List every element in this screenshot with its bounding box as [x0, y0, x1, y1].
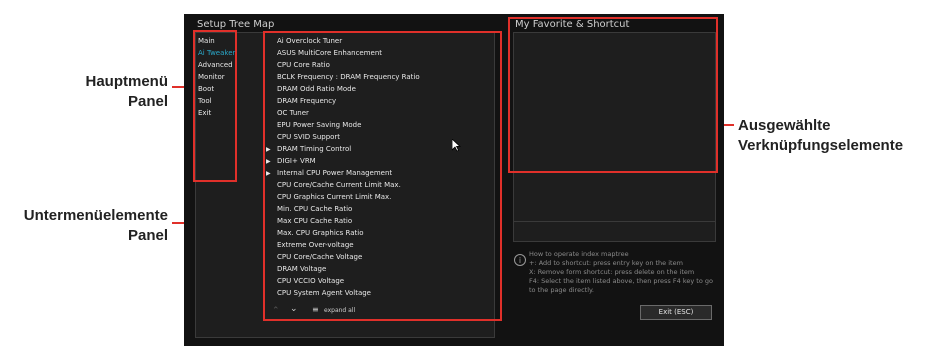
submenu-item[interactable]: Min. CPU Cache Ratio [277, 205, 352, 213]
submenu-item[interactable]: DRAM Timing Control [277, 145, 351, 153]
annotation-line: Panel [127, 227, 168, 244]
shortcut-annotation: Ausgewählte Verknüpfungselemente [738, 116, 928, 156]
scroll-down-icon[interactable]: ⌄ [290, 304, 298, 314]
submenu-item[interactable]: CPU SVID Support [277, 133, 340, 141]
submenu-item[interactable]: CPU VCCIO Voltage [277, 277, 344, 285]
submenu-item[interactable]: CPU Core/Cache Current Limit Max. [277, 181, 401, 189]
expand-all-label[interactable]: expand all [324, 307, 355, 314]
main-menu-item-boot[interactable]: Boot [198, 85, 214, 93]
help-text: How to operate index maptree +: Add to s… [529, 250, 714, 295]
main-menu-annotation: Hauptmenü Panel [60, 72, 169, 112]
help-line: X: Remove form shortcut: press delete on… [529, 268, 695, 276]
submenu-item[interactable]: Ai Overclock Tuner [277, 37, 342, 45]
submenu-item[interactable]: CPU Core Ratio [277, 61, 330, 69]
help-line: +: Add to shortcut: press entry key on t… [529, 259, 683, 267]
exit-button[interactable]: Exit (ESC) [640, 305, 712, 320]
submenu-item[interactable]: CPU Core/Cache Voltage [277, 253, 362, 261]
submenu-item[interactable]: EPU Power Saving Mode [277, 121, 361, 129]
mouse-cursor-icon [451, 137, 462, 156]
annotation-line: Ausgewählte [738, 117, 831, 134]
setup-tree-map-title: Setup Tree Map [197, 19, 275, 30]
submenu-item[interactable]: DRAM Frequency [277, 97, 336, 105]
submenu-item[interactable]: CPU Graphics Current Limit Max. [277, 193, 391, 201]
submenu-annotation: Untermenüelemente Panel [4, 206, 168, 246]
expand-arrow-icon[interactable]: ▶ [266, 170, 271, 177]
submenu-item[interactable]: CPU System Agent Voltage [277, 289, 371, 297]
submenu-item[interactable]: Extreme Over-voltage [277, 241, 354, 249]
submenu-item[interactable]: Max. CPU Graphics Ratio [277, 229, 364, 237]
main-menu-item-exit[interactable]: Exit [198, 109, 211, 117]
submenu-item[interactable]: BCLK Frequency : DRAM Frequency Ratio [277, 73, 420, 81]
favorite-highlight [508, 17, 718, 173]
annotation-line: Panel [127, 93, 168, 110]
annotation-line: Verknüpfungselemente [738, 137, 904, 154]
main-menu-item-monitor[interactable]: Monitor [198, 73, 225, 81]
submenu-item[interactable]: DIGI+ VRM [277, 157, 316, 165]
help-line: F4: Select the item listed above, then p… [529, 277, 713, 294]
main-menu-item-ai-tweaker[interactable]: Ai Tweaker [198, 49, 235, 57]
scroll-up-icon[interactable]: ⌃ [272, 306, 280, 316]
expand-all-icon[interactable]: ≡ [312, 305, 319, 314]
main-menu-item-tool[interactable]: Tool [198, 97, 212, 105]
expand-arrow-icon[interactable]: ▶ [266, 146, 271, 153]
submenu-item[interactable]: ASUS MultiCore Enhancement [277, 49, 382, 57]
annotation-line: Untermenüelemente [23, 207, 168, 224]
submenu-item[interactable]: DRAM Odd Ratio Mode [277, 85, 356, 93]
submenu-item[interactable]: Max CPU Cache Ratio [277, 217, 352, 225]
info-icon: i [514, 254, 526, 266]
main-menu-item-advanced[interactable]: Advanced [198, 61, 233, 69]
help-heading: How to operate index maptree [529, 250, 629, 258]
main-menu-item-main[interactable]: Main [198, 37, 215, 45]
submenu-item[interactable]: Internal CPU Power Management [277, 169, 392, 177]
submenu-item[interactable]: DRAM Voltage [277, 265, 326, 273]
divider [513, 221, 716, 222]
annotation-line: Hauptmenü [85, 73, 169, 90]
submenu-item[interactable]: OC Tuner [277, 109, 309, 117]
expand-arrow-icon[interactable]: ▶ [266, 158, 271, 165]
